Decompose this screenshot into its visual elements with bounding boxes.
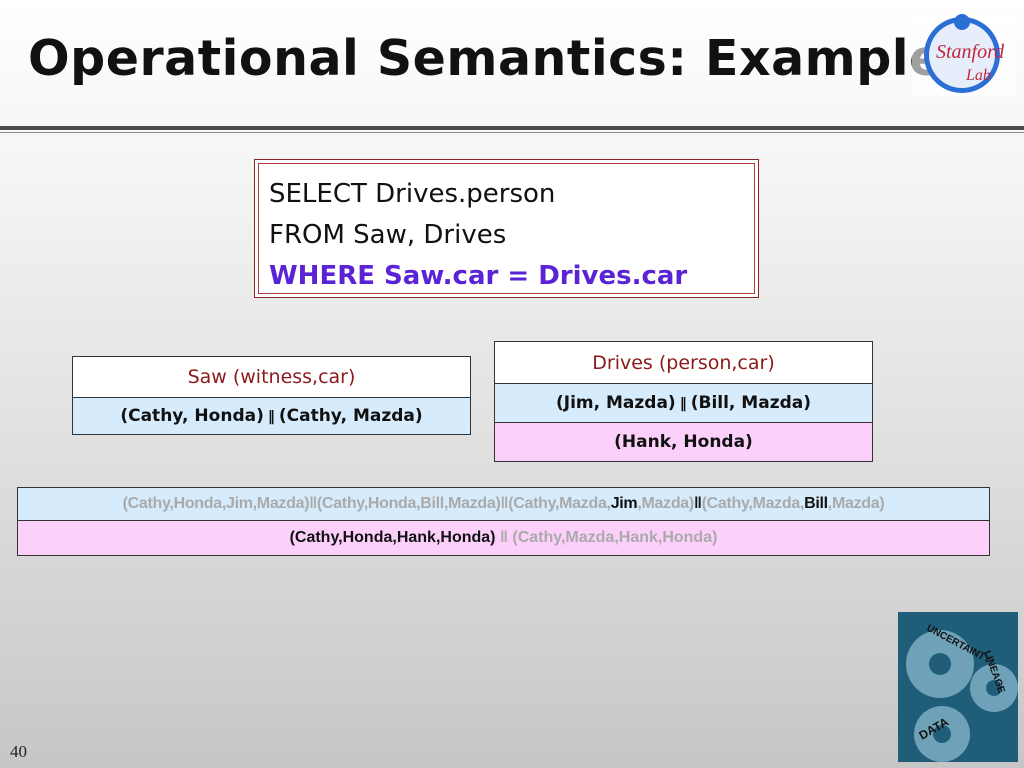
sql-from-line: FROM Saw, Drives: [269, 220, 507, 250]
result-tuple-5: (Cathy,Honda,Hank,Honda): [289, 529, 496, 546]
drives-table-row-2: (Hank, Honda): [494, 422, 873, 462]
result-tuple-3-person: Jim: [610, 495, 638, 512]
or-separator: ‖: [309, 495, 317, 512]
result-tuple-6: (Cathy,Mazda,Hank,Honda): [512, 529, 718, 546]
result-tuple-4-end: ,Mazda): [827, 495, 885, 512]
result-table: (Cathy,Honda,Jim,Mazda)‖(Cathy,Honda,Bil…: [17, 487, 990, 556]
logo-text-line2: Lab: [965, 67, 991, 84]
title-divider-thin: [0, 132, 1024, 133]
saw-tuple-1: (Cathy, Honda): [120, 406, 264, 426]
or-separator: ‖: [499, 529, 508, 546]
result-row-2: (Cathy,Honda,Hank,Honda) ‖ (Cathy,Mazda,…: [17, 520, 990, 556]
result-tuple-3-start: (Cathy,Mazda,: [508, 495, 611, 512]
sql-where-line: WHERE Saw.car = Drives.car: [269, 261, 688, 291]
sql-select-line: SELECT Drives.person: [269, 179, 556, 209]
result-tuple-1: (Cathy,Honda,Jim,Mazda): [122, 495, 310, 512]
drives-tuple-2: (Bill, Mazda): [690, 393, 811, 413]
drives-tuple-1: (Jim, Mazda): [556, 393, 676, 413]
result-tuple-2: (Cathy,Honda,Bill,Mazda): [316, 495, 501, 512]
saw-table: Saw (witness,car) (Cathy, Honda) ‖ (Cathy,…: [72, 356, 471, 435]
sql-query-box: SELECT Drives.person FROM Saw, Drives WH…: [254, 159, 759, 298]
drives-table-row-1: (Jim, Mazda) ‖ (Bill, Mazda): [494, 383, 873, 423]
title-divider: [0, 126, 1024, 130]
saw-table-row: (Cathy, Honda) ‖ (Cathy, Mazda): [72, 397, 471, 435]
result-tuple-3-end: ,Mazda): [637, 495, 694, 512]
drives-table: Drives (person,car) (Jim, Mazda) ‖ (Bill, …: [494, 341, 873, 462]
logo-text-line1: Stanford: [936, 41, 1005, 63]
stanford-infolab-logo: Stanford Lab: [912, 14, 1016, 96]
result-row-1: (Cathy,Honda,Jim,Mazda)‖(Cathy,Honda,Bil…: [17, 487, 990, 521]
or-separator: ‖: [693, 495, 702, 512]
slide-title: Operational Semantics: Example: [28, 30, 943, 87]
saw-tuple-2: (Cathy, Mazda): [278, 406, 423, 426]
result-tuple-4-person: Bill: [804, 495, 828, 512]
saw-table-header: Saw (witness,car): [72, 356, 471, 398]
or-separator: ‖: [267, 409, 275, 425]
page-number: 40: [10, 742, 27, 761]
or-separator: ‖: [679, 396, 687, 412]
result-tuple-4-start: (Cathy,Mazda,: [701, 495, 805, 512]
trio-gears-logo: UNCERTAINTY LINEAGE DATA: [898, 612, 1018, 762]
drives-table-header: Drives (person,car): [494, 341, 873, 384]
